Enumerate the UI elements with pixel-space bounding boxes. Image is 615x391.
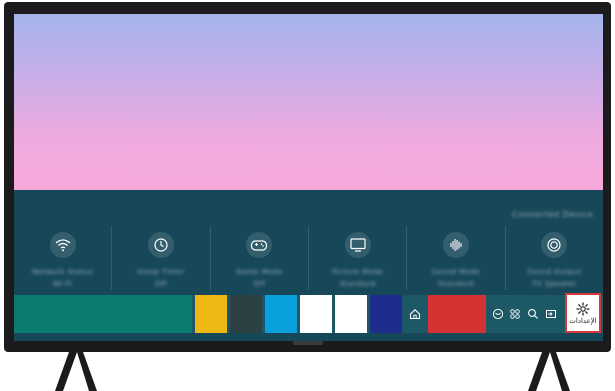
tv-screen: Connected Device Network Status Wi-Fi Sl… bbox=[14, 14, 603, 341]
apps-icon[interactable] bbox=[507, 306, 523, 322]
app-tile[interactable] bbox=[335, 295, 367, 333]
gear-icon bbox=[576, 301, 590, 316]
app-tile[interactable] bbox=[195, 295, 227, 333]
quick-setting-network[interactable]: Network Status Wi-Fi bbox=[14, 226, 113, 290]
app-tile[interactable] bbox=[230, 295, 262, 333]
quick-setting-sound-mode[interactable]: Sound Mode Standard bbox=[407, 226, 506, 290]
quick-setting-label: Sound Output bbox=[527, 268, 582, 276]
quick-setting-value: TV Speaker bbox=[531, 280, 577, 288]
quick-setting-label: Picture Mode bbox=[331, 268, 384, 276]
quick-setting-value: Standard bbox=[438, 280, 474, 288]
tv-frame: Connected Device Network Status Wi-Fi Sl… bbox=[4, 2, 611, 352]
app-tile[interactable] bbox=[370, 295, 402, 333]
app-tile-wide[interactable] bbox=[14, 295, 192, 333]
screen-background bbox=[14, 14, 603, 190]
quick-settings-row: Network Status Wi-Fi Sleep Timer Off Gam… bbox=[14, 226, 603, 290]
quick-setting-game-mode[interactable]: Game Mode Off bbox=[211, 226, 309, 290]
ambient-icon[interactable] bbox=[490, 306, 506, 322]
app-tile[interactable] bbox=[300, 295, 332, 333]
quick-setting-label: Sound Mode bbox=[431, 268, 481, 276]
quick-setting-value: Off bbox=[253, 280, 266, 288]
tv-stand-leg-left bbox=[55, 352, 97, 391]
launcher-bar: الإعدادات bbox=[14, 293, 603, 333]
brand-badge bbox=[293, 341, 323, 345]
clock-icon bbox=[147, 232, 174, 258]
settings-label: الإعدادات bbox=[569, 316, 597, 325]
home-icon[interactable] bbox=[406, 305, 424, 323]
quick-setting-label: Game Mode bbox=[236, 268, 283, 276]
panel-title: Connected Device bbox=[512, 210, 593, 219]
quick-setting-value: Wi-Fi bbox=[53, 280, 73, 288]
sound-wave-icon bbox=[442, 232, 469, 258]
app-tile-red[interactable] bbox=[428, 295, 486, 333]
app-tile[interactable] bbox=[265, 295, 297, 333]
quick-setting-label: Sleep Timer bbox=[137, 268, 185, 276]
quick-setting-sleep-timer[interactable]: Sleep Timer Off bbox=[112, 226, 211, 290]
wifi-icon bbox=[49, 232, 76, 258]
quick-setting-picture-mode[interactable]: Picture Mode Standard bbox=[309, 226, 408, 290]
gamepad-icon bbox=[246, 232, 273, 258]
quick-setting-value: Standard bbox=[339, 280, 376, 288]
quick-setting-value: Off bbox=[155, 280, 167, 288]
tv-stand-leg-right bbox=[528, 352, 570, 391]
tv-icon bbox=[344, 232, 371, 258]
search-icon[interactable] bbox=[525, 306, 541, 322]
output-icon bbox=[541, 232, 568, 258]
quick-setting-label: Network Status bbox=[32, 268, 94, 276]
settings-button[interactable]: الإعدادات bbox=[565, 293, 601, 333]
source-icon[interactable] bbox=[543, 306, 559, 322]
quick-setting-sound-output[interactable]: Sound Output TV Speaker bbox=[506, 226, 603, 290]
